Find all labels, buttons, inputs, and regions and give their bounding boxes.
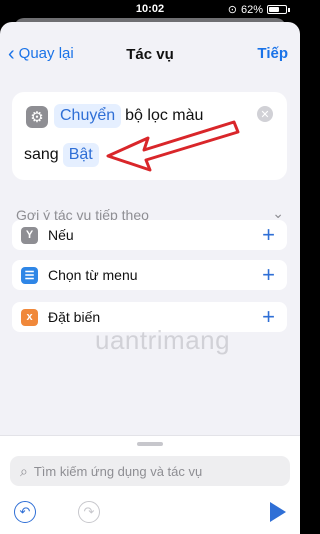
redo-icon: ↷ <box>78 501 100 523</box>
suggestion-label: Chọn từ menu <box>48 267 138 283</box>
action-connector-text: sang <box>24 146 59 163</box>
search-placeholder: Tìm kiếm ứng dụng và tác vụ <box>33 463 203 479</box>
search-icon: ⌕ <box>20 462 28 479</box>
battery-icon <box>267 5 287 14</box>
settings-app-icon: ⚙ <box>26 106 48 128</box>
page-title: Tác vụ <box>126 46 174 63</box>
add-icon[interactable]: + <box>262 304 275 330</box>
suggestion-row-choose-menu[interactable]: ☰ Chọn từ menu + <box>12 260 287 290</box>
remove-action-button[interactable]: ✕ <box>257 106 273 122</box>
menu-icon: ☰ <box>21 266 38 284</box>
orientation-lock-icon: ⊙ <box>227 4 237 16</box>
gear-icon: ⚙ <box>30 108 44 126</box>
battery-fill <box>269 7 279 12</box>
watermark-text: uantrimang <box>95 325 231 355</box>
add-icon[interactable]: + <box>262 222 275 248</box>
search-field[interactable]: ⌕ Tìm kiếm ứng dụng và tác vụ <box>10 456 290 486</box>
action-search-panel: ⌕ Tìm kiếm ứng dụng và tác vụ ↶ ↷ <box>0 435 300 534</box>
battery-percent: 62% <box>240 3 263 16</box>
variable-icon: x <box>21 308 38 326</box>
status-bar: 10:02 ⊙ 62% <box>0 0 300 18</box>
sheet-grabber[interactable] <box>137 442 163 446</box>
suggestion-row-if[interactable]: Y Nếu + <box>12 220 287 250</box>
add-icon[interactable]: + <box>262 262 275 288</box>
suggestion-label: Đặt biến <box>48 309 101 325</box>
action-state-token[interactable]: Bật <box>62 143 99 167</box>
battery-cap <box>288 7 290 12</box>
suggestion-label: Nếu <box>48 227 74 243</box>
nav-bar: ‹ Quay lại Tác vụ Tiếp <box>0 22 300 66</box>
branch-icon: Y <box>21 226 38 244</box>
editor-toolbar: ↶ ↷ <box>0 498 300 528</box>
next-button[interactable]: Tiếp <box>257 45 288 62</box>
action-line-2: sang Bật <box>24 143 99 167</box>
action-sheet: ‹ Quay lại Tác vụ Tiếp ⚙ Chuyển bộ lọc m… <box>0 22 300 534</box>
annotation-arrow-icon <box>106 120 240 172</box>
status-right: ⊙ 62% <box>228 3 290 16</box>
play-icon[interactable] <box>270 502 286 522</box>
undo-icon[interactable]: ↶ <box>14 501 36 523</box>
